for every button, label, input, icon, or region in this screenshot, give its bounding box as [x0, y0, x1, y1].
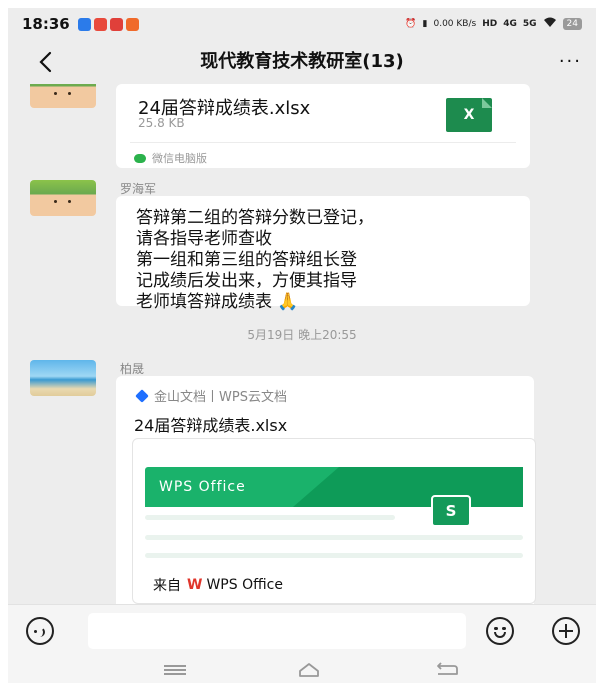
notification-app-icon: [125, 17, 139, 31]
wps-logo-icon: W: [187, 577, 203, 593]
sender-name: 罗海军: [120, 182, 157, 196]
message-input[interactable]: [88, 613, 466, 649]
nav-back-icon[interactable]: [434, 662, 460, 676]
file-size: 25.8 KB: [138, 116, 185, 130]
wps-sheet-icon: S: [431, 495, 471, 527]
card-from-row: 来自 W WPS Office: [153, 577, 283, 594]
pray-emoji-icon: 🙏: [277, 292, 299, 312]
chat-title: 现代教育技术教研室(13): [200, 51, 404, 72]
wifi-icon: [543, 17, 557, 31]
vibrate-icon: ▮: [422, 19, 428, 29]
skeleton-line: [145, 535, 523, 540]
chat-messages[interactable]: 24届答辩成绩表.xlsx 25.8 KB X 微信电脑版 罗海军 答辩第二组的…: [8, 84, 596, 604]
excel-file-icon: X: [446, 98, 492, 132]
message-text: 答辩第二组的答辩分数已登记， 请各指导老师查收 第一组和第三组的答辩组长登 记成…: [136, 208, 374, 312]
net-speed: 0.00 KB/s: [433, 19, 477, 29]
voice-input-icon[interactable]: [26, 617, 54, 645]
avatar[interactable]: [30, 360, 96, 396]
skeleton-line: [145, 553, 523, 558]
chat-header: 现代教育技术教研室(13) ···: [8, 40, 596, 84]
timestamp: 5月19日 晚上20:55: [247, 328, 357, 342]
kdocs-icon: [135, 388, 149, 403]
input-bar: [8, 604, 596, 656]
card-preview: WPS Office S 来自 W WPS Office: [132, 438, 536, 604]
alarm-icon: ⏰: [405, 19, 417, 29]
signal-4g-icon: 4G: [503, 19, 517, 29]
skeleton-line: [145, 515, 395, 520]
file-message-bubble[interactable]: 24届答辩成绩表.xlsx 25.8 KB X 微信电脑版: [116, 84, 530, 168]
divider: [130, 142, 516, 143]
text-message-bubble[interactable]: 答辩第二组的答辩分数已登记， 请各指导老师查收 第一组和第三组的答辩组长登 记成…: [116, 196, 530, 312]
system-nav-bar: [8, 656, 596, 683]
plus-icon[interactable]: [552, 617, 580, 645]
sender-name: 柏晟: [120, 362, 145, 376]
status-bar: 18:36 ⏰ ▮ 0.00 KB/s HD 4G 5G 24: [8, 8, 596, 40]
phone-screen: 18:36 ⏰ ▮ 0.00 KB/s HD 4G 5G 24 现代教育技术教研…: [8, 8, 596, 683]
home-icon[interactable]: [298, 662, 320, 678]
file-source: 微信电脑版: [134, 150, 207, 166]
notification-app-icon: [109, 17, 123, 31]
avatar[interactable]: [30, 180, 96, 216]
back-arrow-icon[interactable]: [34, 48, 58, 76]
card-source: 金山文档丨WPS云文档: [135, 386, 287, 405]
more-options-icon[interactable]: ···: [559, 53, 582, 71]
wechat-icon: [134, 153, 146, 163]
avatar[interactable]: [30, 84, 96, 108]
hd-icon: HD: [482, 19, 498, 29]
status-time: 18:36: [22, 15, 70, 33]
wps-link-card[interactable]: 金山文档丨WPS云文档 24届答辩成绩表.xlsx WPS Office S 来…: [116, 376, 536, 604]
card-file-name: 24届答辩成绩表.xlsx: [134, 416, 288, 435]
notification-app-icon: [77, 17, 91, 31]
status-right: ⏰ ▮ 0.00 KB/s HD 4G 5G 24: [405, 17, 582, 31]
battery-icon: 24: [562, 18, 582, 30]
menu-icon[interactable]: [164, 665, 186, 675]
signal-5g-icon: 5G: [522, 19, 537, 29]
emoji-icon[interactable]: [486, 617, 514, 645]
notification-app-icon: [93, 17, 107, 31]
